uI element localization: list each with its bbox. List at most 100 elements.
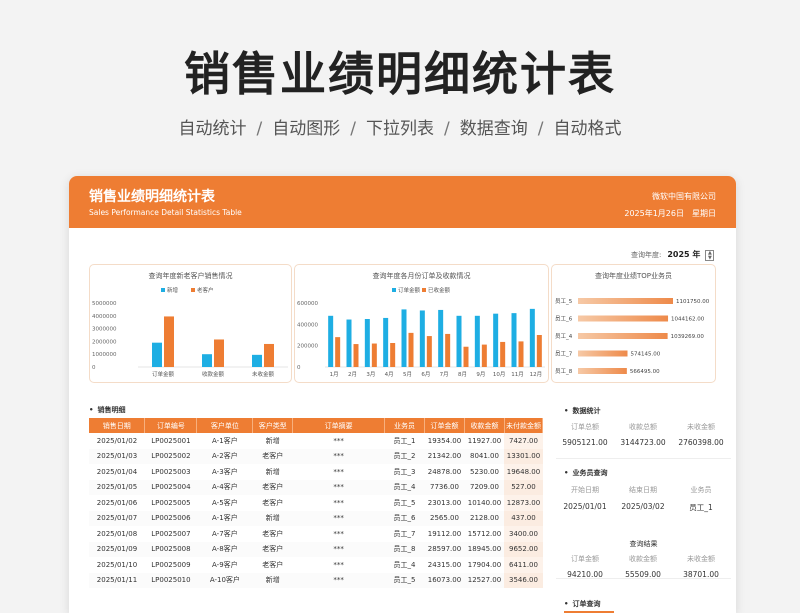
company-name: 微软中国有限公司 (652, 192, 716, 201)
spinner-icon[interactable]: ▲ ▼ (705, 249, 715, 261)
divider (556, 458, 731, 459)
legend-label: 老客户 (197, 286, 214, 294)
bar (401, 309, 407, 367)
column-header[interactable]: 订单金额 (424, 418, 465, 433)
table-row[interactable]: 2025/01/09 LP0025008 A-8客户 老客户 *** 员工_8 28597.… (89, 541, 543, 557)
dashboard-card: 销售业绩明细统计表 Sales Performance Detail Stati… (69, 176, 736, 613)
year-selector-value: 2025 年 (667, 250, 701, 259)
column-header[interactable]: 销售日期 (89, 418, 146, 433)
table-row[interactable]: 2025/01/04 LP0025003 A-3客户 新增 *** 员工_3 24878.0… (89, 464, 543, 480)
table-cell: 员工_5 (384, 572, 425, 588)
bar (408, 332, 414, 367)
stat-value: 3144723.00 (620, 438, 666, 447)
table-cell: 老客户 (262, 560, 284, 569)
table-cell: 437.00 (504, 510, 543, 526)
table-cell: 员工_6 (384, 510, 425, 526)
table-row[interactable]: 2025/01/02 LP0025001 A-1客户 新增 *** 员工_1 19354.0… (89, 433, 543, 449)
table-cell: 员工_2 (384, 448, 425, 464)
table-cell: *** (333, 529, 344, 538)
bar (578, 315, 669, 322)
stat-value: 5905121.00 (562, 438, 608, 447)
table-row[interactable]: 2025/01/05 LP0025004 A-4客户 老客户 *** 员工_4 7736.0… (89, 479, 543, 495)
y-tick-label: 200000 (297, 344, 318, 350)
bar (202, 354, 212, 367)
hero-feature-list: 自动统计 / 自动图形 / 下拉列表 / 数据查询 / 自动格式 (0, 114, 800, 139)
table-cell: 2025/01/05 (89, 479, 145, 495)
y-tick-label: 员工_8 (555, 368, 573, 375)
table-cell: LP0025001 (151, 436, 191, 445)
x-tick-label: 1月 (330, 371, 339, 378)
bar (371, 343, 377, 367)
table-row[interactable]: 2025/01/07 LP0025006 A-1客户 新增 *** 员工_6 2565.00… (89, 510, 543, 526)
table-cell: 12873.00 (504, 495, 543, 511)
x-tick-label: 5月 (403, 371, 412, 378)
column-header[interactable]: 业务员 (384, 418, 425, 433)
table-row[interactable]: 2025/01/06 LP0025005 A-5客户 老客户 *** 员工_5 23013.… (89, 495, 543, 511)
customer-sales-chart: 新增 老客户 5000000 4000000 3000000 2000000 1000000… (92, 286, 288, 378)
table-row[interactable]: 2025/01/03 LP0025002 A-2客户 老客户 *** 员工_2 21342.… (89, 448, 543, 464)
x-tick-label: 3月 (366, 371, 375, 378)
table-cell: LP0025006 (144, 510, 197, 526)
y-tick-label: 员工_6 (555, 316, 573, 323)
bar (536, 335, 542, 367)
table-cell: LP0025010 (144, 572, 197, 588)
table-cell: A-1客户 (212, 436, 238, 445)
query-field-label: 业务员 (690, 486, 712, 494)
data-label: 1039269.00 (671, 334, 705, 340)
bar (264, 343, 274, 367)
bar (481, 344, 487, 367)
chart-panel-top-sales: 查询年度业绩TOP业务员 员工_5 1101750.00 员工_6 1044162.0… (551, 264, 716, 383)
table-cell: A-5客户 (212, 498, 238, 507)
table-cell: 3400.00 (504, 526, 543, 542)
table-cell: LP0025003 (151, 467, 191, 476)
bar (518, 341, 524, 367)
table-cell: A-9客户 (212, 560, 238, 569)
x-tick-label: 7月 (440, 371, 449, 378)
table-cell: 18945.00 (464, 541, 505, 557)
feature-separator: / (444, 119, 450, 139)
query-field-label: 结束日期 (629, 486, 657, 494)
table-cell: *** (292, 510, 385, 526)
column-header[interactable]: 收款金额 (464, 418, 505, 433)
header-date: 2025年1月26日 星期日 (616, 208, 716, 219)
column-header[interactable]: 客户类型 (252, 418, 294, 433)
bar (152, 342, 162, 367)
x-tick-label: 收款金额 (202, 370, 225, 378)
salesperson-query-title: 业务员查询 (564, 468, 607, 478)
dashboard-title: 销售业绩明细统计表 (89, 189, 215, 205)
table-cell: 28597.00 (424, 541, 465, 557)
legend-swatch (392, 288, 396, 292)
x-tick-label: 8月 (458, 371, 467, 378)
column-header[interactable]: 订单编号 (144, 418, 198, 433)
table-cell: 老客户 (252, 541, 293, 557)
data-label: 1101750.00 (676, 299, 710, 305)
y-tick-label: 员工_7 (555, 351, 573, 358)
bar (214, 339, 224, 367)
table-cell: 老客户 (262, 498, 284, 507)
table-cell: 3546.00 (504, 572, 543, 588)
table-cell: 527.00 (504, 479, 543, 495)
column-header[interactable]: 订单摘要 (292, 418, 386, 433)
table-cell: 2025/01/02 (96, 436, 138, 445)
table-cell: A-4客户 (196, 479, 253, 495)
bar (500, 341, 506, 367)
table-cell: *** (333, 560, 344, 569)
query-field-value: 员工_1 (689, 503, 713, 512)
table-row[interactable]: 2025/01/08 LP0025007 A-7客户 老客户 *** 员工_7 19112.… (89, 526, 543, 542)
table-cell: 21342.00 (424, 448, 465, 464)
table-row[interactable]: 2025/01/10 LP0025009 A-9客户 老客户 *** 员工_4 24315.… (89, 557, 543, 573)
column-header[interactable]: 未付款金额 (504, 418, 544, 433)
y-tick-label: 400000 (297, 322, 318, 328)
table-cell: 新增 (265, 467, 280, 476)
bar (383, 317, 389, 367)
year-selector[interactable]: 查询年度: 2025 年 ▲ ▼ (631, 249, 715, 261)
table-cell: *** (292, 541, 385, 557)
table-row[interactable]: 2025/01/11 LP0025010 A-10客户 新增 *** 员工_5 16073.… (89, 572, 543, 588)
table-cell: 2025/01/04 (96, 467, 138, 476)
bar (364, 319, 370, 367)
y-tick-label: 员工_4 (555, 333, 573, 340)
data-stats-title: 数据统计 (564, 406, 600, 416)
x-tick-label: 10月 (493, 371, 506, 378)
column-header[interactable]: 客户单位 (196, 418, 254, 433)
result-label: 订单金额 (571, 555, 599, 563)
